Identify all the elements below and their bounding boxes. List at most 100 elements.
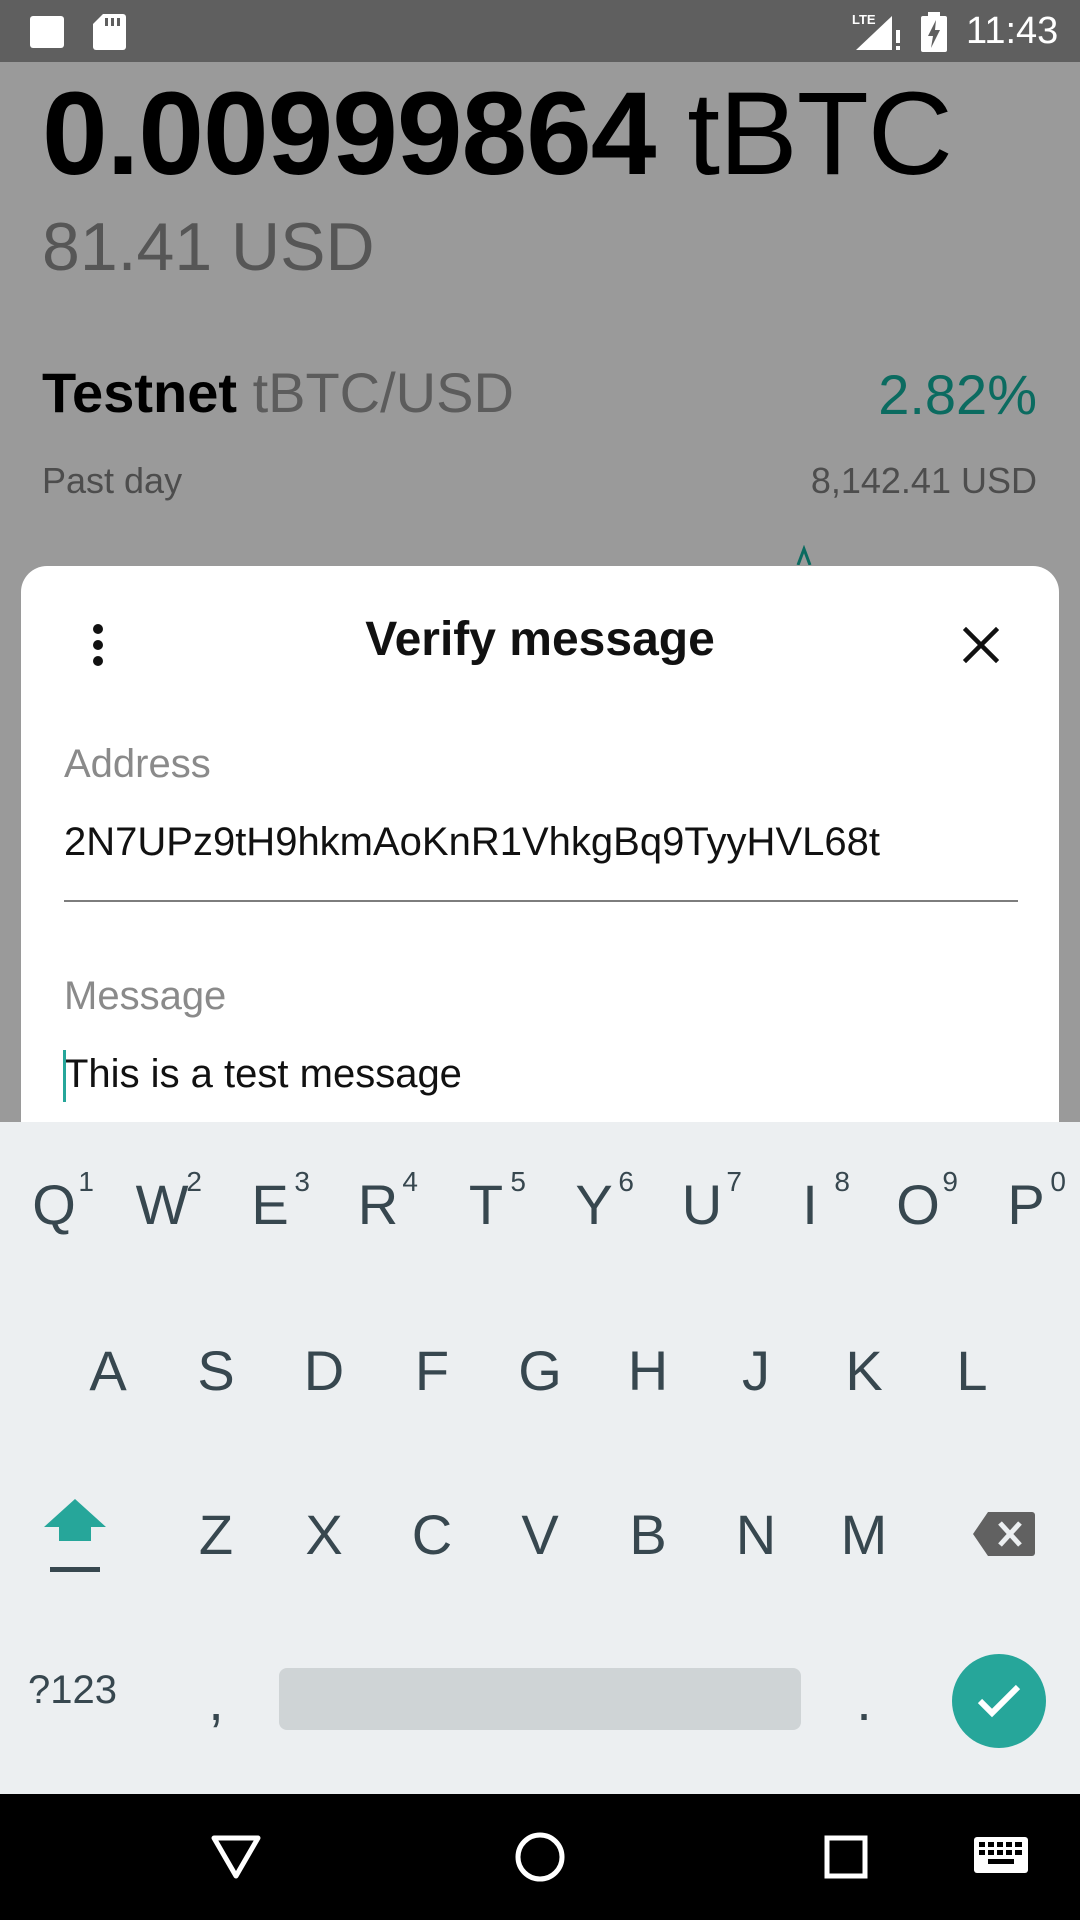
price-value: 8,142.41 USD — [810, 460, 1037, 501]
key-hint: 1 — [78, 1166, 94, 1197]
key-label: W — [135, 1172, 189, 1236]
comma-key[interactable]: , — [162, 1640, 270, 1760]
backspace-icon — [973, 1512, 1035, 1556]
key-label: S — [197, 1338, 235, 1402]
key-label: P — [1007, 1172, 1045, 1236]
key-label: D — [303, 1338, 345, 1402]
enter-check-icon — [977, 1684, 1021, 1718]
nav-recents-icon — [824, 1835, 868, 1879]
key-i[interactable]: I8 — [756, 1144, 864, 1264]
key-n[interactable]: N — [702, 1474, 810, 1594]
key-hint: 8 — [834, 1166, 850, 1197]
key-hint: 2 — [186, 1166, 202, 1197]
key-label: R — [357, 1172, 399, 1236]
key-label: Q — [32, 1172, 76, 1236]
balance-unit: tBTC — [687, 68, 953, 200]
message-input[interactable]: This is a test message — [64, 1052, 462, 1097]
shift-key[interactable] — [21, 1474, 129, 1594]
key-label: N — [735, 1502, 777, 1566]
dialog-title: Verify message — [365, 613, 715, 666]
key-label: Y — [575, 1172, 613, 1236]
nav-home-button[interactable] — [505, 1794, 575, 1920]
key-label: G — [518, 1338, 562, 1402]
pair-symbol: tBTC/USD — [252, 361, 514, 424]
address-underline — [64, 900, 1018, 902]
key-label: X — [305, 1502, 343, 1566]
keyboard-icon — [974, 1837, 1028, 1873]
key-u[interactable]: U7 — [648, 1144, 756, 1264]
message-label: Message — [64, 974, 227, 1018]
key-e[interactable]: E3 — [216, 1144, 324, 1264]
key-hint: 3 — [294, 1166, 310, 1197]
key-label: B — [629, 1502, 667, 1566]
svg-text:LTE: LTE — [852, 12, 876, 27]
key-b[interactable]: B — [594, 1474, 702, 1594]
text-cursor — [63, 1050, 66, 1102]
key-s[interactable]: S — [162, 1310, 270, 1430]
key-q[interactable]: Q1 — [0, 1144, 108, 1264]
balance-amount: 0.00999864 — [42, 68, 656, 200]
price-change: 2.82% — [878, 363, 1037, 426]
backspace-key[interactable] — [950, 1474, 1058, 1594]
key-label: V — [521, 1502, 559, 1566]
close-button[interactable] — [954, 612, 1008, 678]
key-w[interactable]: W2 — [108, 1144, 216, 1264]
clock: 11:43 — [966, 10, 1059, 52]
nav-back-icon — [211, 1835, 261, 1879]
key-label: C — [411, 1502, 453, 1566]
key-m[interactable]: M — [810, 1474, 918, 1594]
key-label: U — [681, 1172, 723, 1236]
key-label: O — [896, 1172, 940, 1236]
fiat-balance: 81.41 USD — [42, 209, 375, 285]
key-p[interactable]: P0 — [972, 1144, 1080, 1264]
keyboard-switch-button[interactable] — [972, 1794, 1030, 1920]
key-v[interactable]: V — [486, 1474, 594, 1594]
key-label: A — [89, 1338, 127, 1402]
key-y[interactable]: Y6 — [540, 1144, 648, 1264]
network-name: Testnet — [42, 361, 237, 424]
key-x[interactable]: X — [270, 1474, 378, 1594]
nav-back-button[interactable] — [200, 1794, 272, 1920]
close-icon — [963, 627, 999, 663]
address-label: Address — [64, 742, 211, 786]
signal-lte-icon: LTE — [852, 12, 900, 50]
space-key[interactable] — [279, 1668, 801, 1730]
status-bar: LTE 11:43 — [0, 0, 1080, 62]
key-hint: 6 — [618, 1166, 634, 1197]
battery-charging-icon — [921, 12, 947, 52]
key-h[interactable]: H — [594, 1310, 702, 1430]
key-f[interactable]: F — [378, 1310, 486, 1430]
key-label: J — [742, 1338, 770, 1402]
key-t[interactable]: T5 — [432, 1144, 540, 1264]
key-l[interactable]: L — [918, 1310, 1026, 1430]
key-g[interactable]: G — [486, 1310, 594, 1430]
key-o[interactable]: O9 — [864, 1144, 972, 1264]
key-k[interactable]: K — [810, 1310, 918, 1430]
key-label: F — [414, 1338, 450, 1402]
shift-icon — [44, 1499, 106, 1572]
nav-home-icon — [515, 1832, 565, 1882]
key-hint: 5 — [510, 1166, 526, 1197]
key-label: M — [840, 1502, 888, 1566]
enter-key[interactable] — [952, 1654, 1046, 1748]
price-sparkline — [796, 545, 812, 565]
symbols-key[interactable]: ?123 — [28, 1668, 117, 1713]
market-pair: Testnet tBTC/USD — [42, 360, 514, 425]
key-r[interactable]: R4 — [324, 1144, 432, 1264]
period-key[interactable]: . — [810, 1640, 918, 1760]
key-hint: 0 — [1050, 1166, 1066, 1197]
nav-recents-button[interactable] — [818, 1794, 874, 1920]
key-j[interactable]: J — [702, 1310, 810, 1430]
period-label: Past day — [42, 460, 183, 501]
key-d[interactable]: D — [270, 1310, 378, 1430]
key-z[interactable]: Z — [162, 1474, 270, 1594]
key-c[interactable]: C — [378, 1474, 486, 1594]
key-label: I — [802, 1172, 818, 1236]
key-label: T — [468, 1172, 504, 1236]
key-label: H — [627, 1338, 669, 1402]
address-input[interactable]: 2N7UPz9tH9hkmAoKnR1VhkgBq9TyyHVL68t — [64, 820, 880, 865]
key-hint: 4 — [402, 1166, 418, 1197]
key-hint: 7 — [726, 1166, 742, 1197]
key-label: L — [956, 1338, 988, 1402]
key-a[interactable]: A — [54, 1310, 162, 1430]
